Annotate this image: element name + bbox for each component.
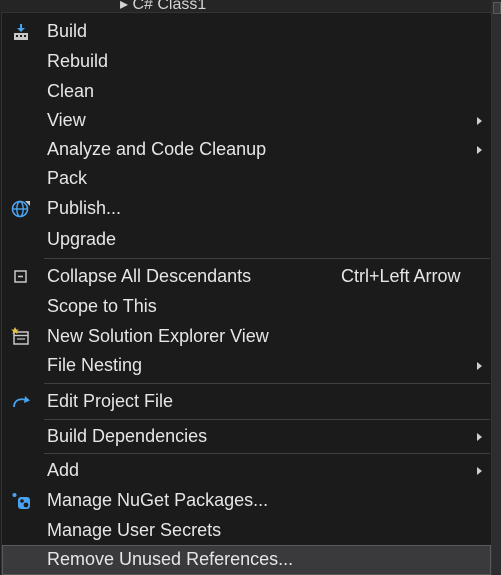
menu-item-build[interactable]: Build bbox=[2, 17, 491, 46]
menu-item-label: Rebuild bbox=[47, 51, 109, 71]
menu-separator bbox=[44, 383, 490, 384]
build-icon bbox=[14, 24, 28, 40]
globe-icon bbox=[11, 200, 30, 218]
menu-item-label: Scope to This bbox=[47, 296, 157, 316]
menu-item-manage-nuget-packages[interactable]: Manage NuGet Packages... bbox=[2, 486, 491, 515]
menu-item-label: Manage User Secrets bbox=[47, 520, 222, 540]
menu-item-label: View bbox=[47, 110, 86, 130]
menu-item-file-nesting[interactable]: File Nesting bbox=[2, 351, 491, 380]
nuget-icon bbox=[12, 493, 30, 509]
submenu-arrow-icon bbox=[477, 146, 482, 154]
menu-item-label: New Solution Explorer View bbox=[47, 326, 269, 346]
menu-item-rebuild[interactable]: Rebuild bbox=[2, 47, 491, 76]
menu-item-clean[interactable]: Clean bbox=[2, 77, 491, 106]
right-panel-edge bbox=[491, 0, 501, 575]
menu-item-upgrade[interactable]: Upgrade bbox=[2, 225, 491, 254]
menu-separator bbox=[44, 419, 490, 420]
menu-item-label: Clean bbox=[47, 81, 95, 101]
menu-item-label: File Nesting bbox=[47, 355, 143, 375]
menu-item-pack[interactable]: Pack bbox=[2, 164, 491, 193]
menu-item-label: Remove Unused References... bbox=[47, 549, 294, 569]
menu-item-label: Add bbox=[47, 460, 80, 480]
new-window-icon bbox=[11, 327, 29, 345]
menu-item-collapse-all-descendants[interactable]: Collapse All Descendants Ctrl+Left Arrow bbox=[2, 262, 491, 291]
menu-item-label: Edit Project File bbox=[47, 391, 174, 411]
submenu-arrow-icon bbox=[477, 362, 482, 370]
menu-item-label: Pack bbox=[47, 168, 88, 188]
panel-tab[interactable] bbox=[493, 2, 501, 14]
redo-arrow-icon bbox=[13, 396, 30, 408]
menu-item-label: Build bbox=[47, 21, 88, 41]
context-menu: Build Rebuild Clean View Analyze and Cod… bbox=[1, 12, 492, 575]
menu-item-remove-unused-references[interactable]: Remove Unused References... bbox=[2, 545, 491, 575]
menu-item-new-solution-explorer-view[interactable]: New Solution Explorer View bbox=[2, 322, 491, 351]
menu-item-analyze-and-code-cleanup[interactable]: Analyze and Code Cleanup bbox=[2, 135, 491, 164]
menu-item-add[interactable]: Add bbox=[2, 456, 491, 485]
submenu-arrow-icon bbox=[477, 467, 482, 475]
background-tree-strip: ▸ C# Class1 bbox=[0, 0, 501, 13]
menu-item-label: Analyze and Code Cleanup bbox=[47, 139, 267, 159]
menu-item-label: Build Dependencies bbox=[47, 426, 208, 446]
menu-item-manage-user-secrets[interactable]: Manage User Secrets bbox=[2, 516, 491, 545]
menu-item-label: Publish... bbox=[47, 198, 122, 218]
menu-separator bbox=[44, 258, 490, 259]
menu-item-publish[interactable]: Publish... bbox=[2, 194, 491, 223]
menu-item-label: Upgrade bbox=[47, 229, 117, 249]
menu-item-build-dependencies[interactable]: Build Dependencies bbox=[2, 422, 491, 451]
submenu-arrow-icon bbox=[477, 117, 482, 125]
menu-item-shortcut: Ctrl+Left Arrow bbox=[341, 266, 461, 286]
menu-item-label: Manage NuGet Packages... bbox=[47, 490, 269, 510]
menu-separator bbox=[44, 453, 490, 454]
menu-item-view[interactable]: View bbox=[2, 106, 491, 135]
collapse-icon bbox=[14, 270, 27, 283]
submenu-arrow-icon bbox=[477, 433, 482, 441]
menu-item-label: Collapse All Descendants bbox=[47, 266, 252, 286]
menu-item-edit-project-file[interactable]: Edit Project File bbox=[2, 387, 491, 416]
menu-item-scope-to-this[interactable]: Scope to This bbox=[2, 292, 491, 321]
